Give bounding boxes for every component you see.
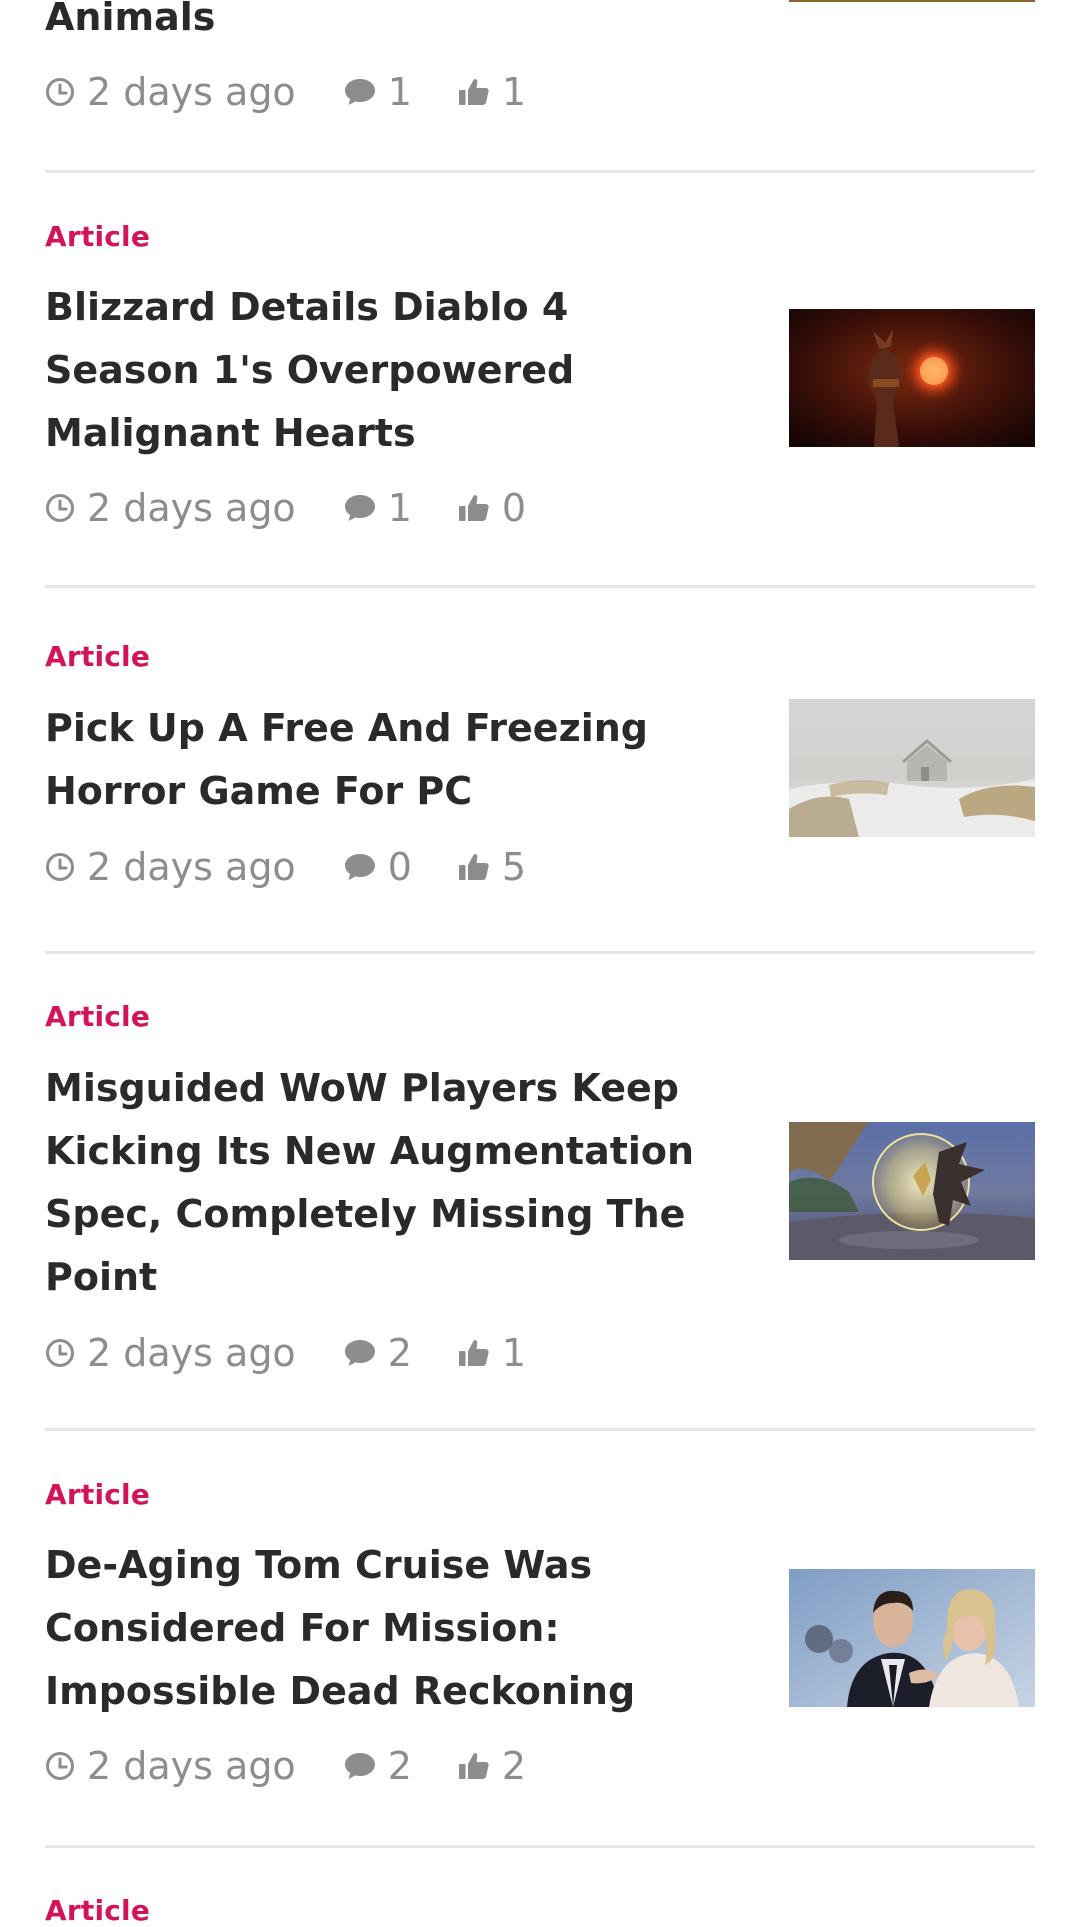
article-item[interactable]: Animals 2 days ago 1 1: [45, 0, 1035, 170]
comment-icon: [344, 493, 388, 523]
comments-count[interactable]: 2: [344, 1331, 412, 1375]
clock-icon: [45, 493, 87, 523]
article-thumbnail[interactable]: [789, 0, 1035, 2]
article-title[interactable]: Animals: [45, 0, 705, 49]
article-meta: 2 days ago 0 5: [45, 842, 526, 892]
article-item[interactable]: Article: [45, 1848, 1035, 1927]
article-title[interactable]: Pick Up A Free And Freezing Horror Game …: [45, 697, 705, 823]
article-category[interactable]: Article: [45, 220, 150, 253]
article-item[interactable]: Article De-Aging Tom Cruise Was Consider…: [45, 1431, 1035, 1845]
thumbs-up-icon: [458, 493, 502, 523]
article-title[interactable]: Blizzard Details Diablo 4 Season 1's Ove…: [45, 276, 705, 465]
clock-icon: [45, 852, 87, 882]
article-time: 2 days ago: [87, 486, 296, 530]
article-thumbnail[interactable]: [789, 699, 1035, 837]
article-item[interactable]: Article Pick Up A Free And Freezing Horr…: [45, 588, 1035, 951]
comments-count[interactable]: 2: [344, 1744, 412, 1788]
article-time: 2 days ago: [87, 1331, 296, 1375]
article-category[interactable]: Article: [45, 1478, 150, 1511]
clock-icon: [45, 1338, 87, 1368]
comments-value: 2: [387, 1744, 412, 1788]
article-category[interactable]: Article: [45, 1894, 150, 1927]
article-meta: 2 days ago 1 0: [45, 483, 526, 533]
likes-count[interactable]: 2: [458, 1744, 526, 1788]
thumbs-up-icon: [458, 1751, 502, 1781]
likes-value: 1: [501, 1331, 527, 1375]
clock-icon: [45, 77, 87, 107]
article-time: 2 days ago: [87, 1744, 296, 1788]
article-meta: 2 days ago 2 2: [45, 1741, 526, 1791]
article-item[interactable]: Article Misguided WoW Players Keep Kicki…: [45, 954, 1035, 1428]
thumbs-up-icon: [458, 77, 502, 107]
comments-value: 1: [387, 486, 412, 530]
likes-value: 2: [501, 1744, 527, 1788]
likes-count[interactable]: 0: [458, 486, 526, 530]
article-thumbnail[interactable]: [789, 309, 1035, 447]
likes-value: 5: [501, 845, 527, 889]
comment-icon: [344, 77, 388, 107]
comments-value: 0: [387, 845, 412, 889]
thumbs-up-icon: [458, 1338, 502, 1368]
likes-value: 0: [501, 486, 527, 530]
thumbs-up-icon: [458, 852, 502, 882]
likes-count[interactable]: 1: [458, 1331, 526, 1375]
article-thumbnail[interactable]: [789, 1569, 1035, 1707]
comments-count[interactable]: 1: [344, 70, 412, 114]
likes-value: 1: [501, 70, 527, 114]
comment-icon: [344, 852, 388, 882]
article-time: 2 days ago: [87, 70, 296, 114]
article-category[interactable]: Article: [45, 1000, 150, 1033]
article-category[interactable]: Article: [45, 640, 150, 673]
likes-count[interactable]: 5: [458, 845, 526, 889]
comments-count[interactable]: 1: [344, 486, 412, 530]
article-title[interactable]: De-Aging Tom Cruise Was Considered For M…: [45, 1534, 705, 1723]
clock-icon: [45, 1751, 87, 1781]
likes-count[interactable]: 1: [458, 70, 526, 114]
comments-value: 1: [387, 70, 412, 114]
article-title[interactable]: Misguided WoW Players Keep Kicking Its N…: [45, 1057, 705, 1309]
article-feed: Animals 2 days ago 1 1 Article Blizzard …: [0, 0, 1080, 1927]
comment-icon: [344, 1751, 388, 1781]
comments-count[interactable]: 0: [344, 845, 412, 889]
comments-value: 2: [387, 1331, 412, 1375]
article-item[interactable]: Article Blizzard Details Diablo 4 Season…: [45, 173, 1035, 585]
article-meta: 2 days ago 2 1: [45, 1328, 526, 1378]
article-meta: 2 days ago 1 1: [45, 67, 526, 117]
article-thumbnail[interactable]: [789, 1122, 1035, 1260]
article-time: 2 days ago: [87, 845, 296, 889]
comment-icon: [344, 1338, 388, 1368]
